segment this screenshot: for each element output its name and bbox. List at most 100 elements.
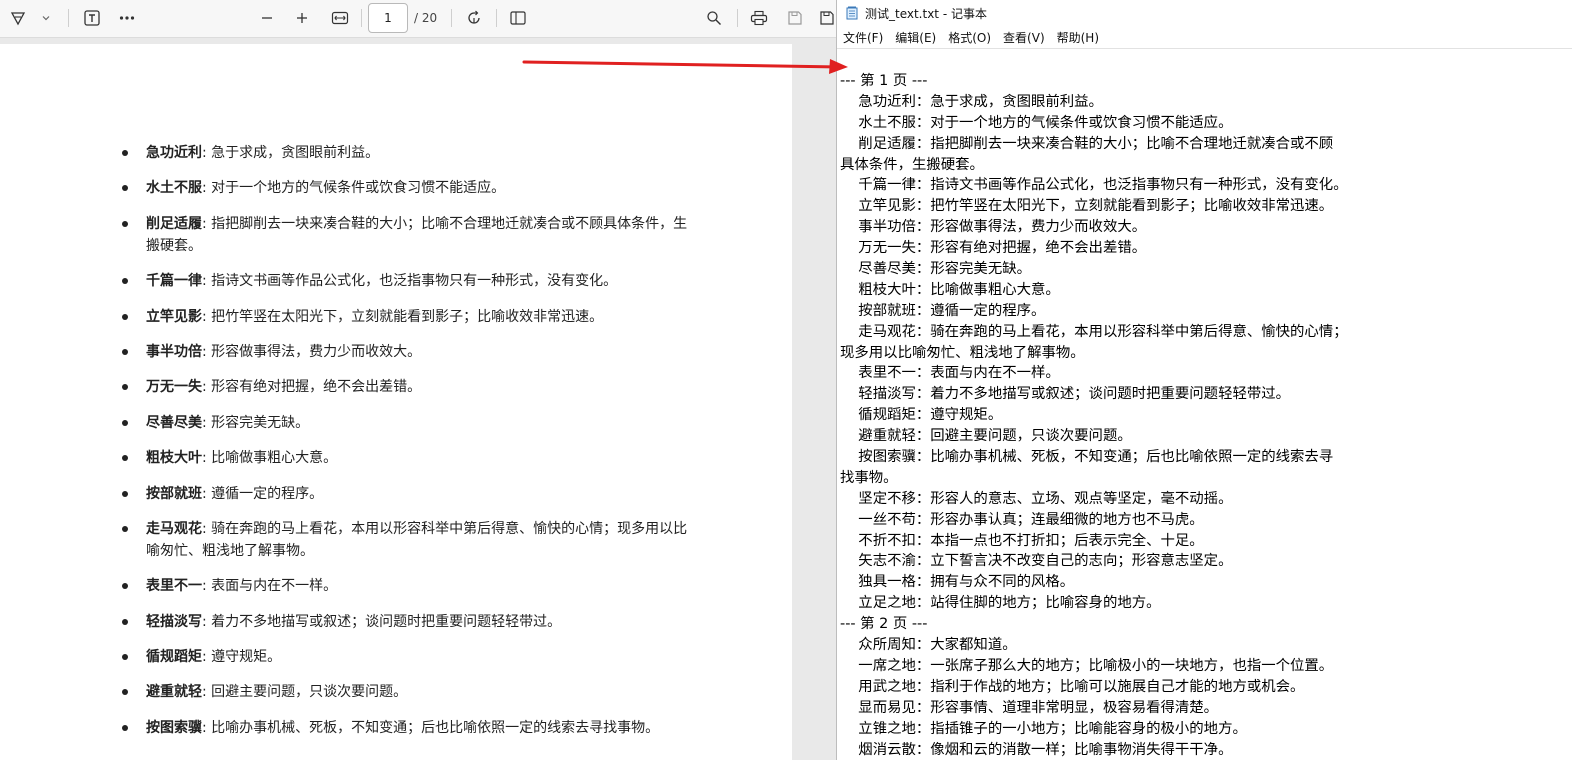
- pdf-page: 急功近利: 急于求成，贪图眼前利益。 水土不服: 对于一个地方的气候条件或饮食习惯…: [0, 44, 792, 760]
- idiom-term: 千篇一律: [146, 273, 202, 290]
- idiom-term: 轻描淡写: [146, 613, 202, 630]
- text-line: 循规蹈矩：遵守规矩。: [840, 407, 1003, 424]
- save-as-icon[interactable]: [818, 6, 836, 30]
- idiom-term: 走马观花: [146, 520, 202, 537]
- text-line: 急功近利：急于求成，贪图眼前利益。: [840, 93, 1103, 110]
- text-line: 尽善尽美：形容完美无缺。: [840, 261, 1031, 278]
- menu-edit[interactable]: 编辑(E): [889, 28, 942, 48]
- idiom-definition: : 对于一个地方的气候条件或饮食习惯不能适应。: [202, 180, 506, 197]
- search-icon[interactable]: [702, 6, 726, 30]
- notepad-menubar: 文件(F) 编辑(E) 格式(O) 查看(V) 帮助(H): [837, 28, 1572, 48]
- text-line: 走马观花：骑在奔跑的马上看花，本用以形容科举中第后得意、愉快的心情；: [840, 323, 1348, 340]
- idiom-definition: : 比喻做事粗心大意。: [202, 450, 338, 467]
- print-icon[interactable]: [747, 6, 771, 30]
- fit-width-icon[interactable]: [327, 6, 353, 30]
- idiom-definition: : 表面与内在不一样。: [202, 578, 338, 595]
- idiom-term: 立竿见影: [146, 308, 202, 325]
- text-line: 按图索骥：比喻办事机械、死板，不知变通；后也比喻依照一定的线索去寻: [840, 449, 1334, 466]
- idiom-definition: : 遵守规矩。: [202, 649, 282, 666]
- text-line: 不折不扣：本指一点也不打折扣；后表示完全、十足。: [840, 532, 1204, 549]
- pdf-document-area[interactable]: 急功近利: 急于求成，贪图眼前利益。 水土不服: 对于一个地方的气候条件或饮食习惯…: [0, 44, 836, 760]
- idiom-term: 按部就班: [146, 485, 202, 502]
- list-item: 避重就轻: 回避主要问题，只谈次要问题。: [120, 681, 700, 703]
- idiom-term: 削足适履: [146, 215, 202, 232]
- toolbar-divider: [451, 9, 452, 27]
- red-arrow-annotation: [522, 59, 848, 74]
- notepad-titlebar[interactable]: 测试_text.txt - 记事本: [837, 0, 1572, 26]
- draw-icon[interactable]: [6, 6, 30, 30]
- idiom-definition: : 把竹竿竖在太阳光下，立刻就能看到影子；比喻收效非常迅速。: [202, 308, 604, 325]
- menu-format[interactable]: 格式(O): [942, 28, 997, 48]
- text-line: 按部就班：遵循一定的程序。: [840, 302, 1046, 319]
- idiom-definition: : 指把脚削去一块来凑合鞋的大小；比喻不合理地迁就凑合或不顾具体条件，生搬硬套。: [146, 215, 688, 254]
- idiom-definition: : 形容完美无缺。: [202, 414, 310, 431]
- notepad-app-icon: [846, 6, 858, 20]
- page-total-label: / 20: [414, 11, 438, 25]
- idiom-term: 表里不一: [146, 578, 202, 595]
- list-item: 粗枝大叶: 比喻做事粗心大意。: [120, 447, 700, 469]
- page-view-icon[interactable]: [506, 6, 530, 30]
- menu-help[interactable]: 帮助(H): [1051, 28, 1105, 48]
- more-icon[interactable]: [114, 6, 140, 30]
- idiom-term: 粗枝大叶: [146, 450, 202, 467]
- idiom-term: 急功近利: [146, 145, 202, 161]
- menu-file[interactable]: 文件(F): [837, 28, 889, 48]
- text-line: 立足之地：站得住脚的地方；比喻容身的地方。: [840, 595, 1161, 612]
- list-item: 急功近利: 急于求成，贪图眼前利益。: [120, 142, 700, 164]
- pdf-viewer-window: / 20 急功近利: 急于求成，贪图眼前利益。水土不服: 对于一个地方的气候条件…: [0, 0, 836, 760]
- idiom-definition: : 指诗文书画等作品公式化，也泛指事物只有一种形式，没有变化。: [202, 273, 618, 290]
- idiom-definition: : 骑在奔跑的马上看花，本用以形容科举中第后得意、愉快的心情；现多用以比喻匆忙、…: [146, 520, 688, 559]
- idiom-term: 避重就轻: [146, 684, 202, 701]
- toolbar-divider: [496, 9, 497, 27]
- zoom-in-icon[interactable]: [291, 6, 313, 30]
- list-item: 轻描淡写: 着力不多地描写或叙述；谈问题时把重要问题轻轻带过。: [120, 611, 700, 633]
- toolbar-divider: [361, 9, 362, 27]
- text-line: 一席之地：一张席子那么大的地方；比喻极小的一块地方，也指一个位置。: [840, 657, 1334, 674]
- text-line: 千篇一律：指诗文书画等作品公式化，也泛指事物只有一种形式，没有变化。: [840, 177, 1348, 194]
- notepad-window: 测试_text.txt - 记事本 文件(F) 编辑(E) 格式(O) 查看(V…: [836, 0, 1572, 760]
- notepad-text-content: --- 第 1 页 --- 急功近利：急于求成，贪图眼前利益。 水土不服：对于一…: [840, 71, 1560, 760]
- text-line: 烟消云散：像烟和云的消散一样；比喻事物消失得干干净。: [840, 741, 1233, 758]
- idiom-definition: : 遵循一定的程序。: [202, 485, 324, 502]
- text-line: 轻描淡写：着力不多地描写或叙述；谈问题时把重要问题轻轻带过。: [840, 386, 1291, 403]
- page-number-input[interactable]: [368, 3, 408, 33]
- text-line: 矢志不渝：立下誓言决不改变自己的志向；形容意志坚定。: [840, 553, 1233, 570]
- toolbar-divider: [68, 9, 69, 27]
- text-line: 具体条件，生搬硬套。: [840, 156, 984, 173]
- idiom-term: 按图索骥: [146, 719, 202, 736]
- menu-view[interactable]: 查看(V): [997, 28, 1051, 48]
- text-line: 立竿见影：把竹竿竖在太阳光下，立刻就能看到影子；比喻收效非常迅速。: [840, 198, 1334, 215]
- zoom-out-icon[interactable]: [256, 6, 278, 30]
- notepad-text-area[interactable]: --- 第 1 页 --- 急功近利：急于求成，贪图眼前利益。 水土不服：对于一…: [837, 48, 1572, 760]
- list-item: 循规蹈矩: 遵守规矩。: [120, 646, 700, 668]
- list-item: 按图索骥: 比喻办事机械、死板，不知变通；后也比喻依照一定的线索去寻找事物。: [120, 717, 700, 739]
- text-box-icon[interactable]: [80, 6, 104, 30]
- toolbar-divider: [737, 9, 738, 27]
- rotate-icon[interactable]: [462, 6, 486, 30]
- text-line: 现多用以比喻匆忙、粗浅地了解事物。: [840, 344, 1085, 361]
- list-item: 立竿见影: 把竹竿竖在太阳光下，立刻就能看到影子；比喻收效非常迅速。: [120, 306, 700, 328]
- text-line: 用武之地：指利于作战的地方；比喻可以施展自己才能的地方或机会。: [840, 678, 1305, 695]
- text-line: 事半功倍：形容做事得法，费力少而收效大。: [840, 219, 1147, 236]
- page-separator-line: --- 第 2 页 ---: [840, 616, 928, 633]
- red-arrow-shaft: [522, 60, 842, 69]
- chevron-down-icon[interactable]: [36, 6, 56, 30]
- text-line: 显而易见：形容事情、道理非常明显，极容易看得清楚。: [840, 699, 1219, 716]
- list-item: 千篇一律: 指诗文书画等作品公式化，也泛指事物只有一种形式，没有变化。: [120, 270, 700, 292]
- text-line: 水土不服：对于一个地方的气候条件或饮食习惯不能适应。: [840, 114, 1233, 131]
- list-item: 事半功倍: 形容做事得法，费力少而收效大。: [120, 341, 700, 363]
- text-line: 避重就轻：回避主要问题，只谈次要问题。: [840, 428, 1132, 445]
- list-item: 尽善尽美: 形容完美无缺。: [120, 412, 700, 434]
- idiom-definition: : 比喻办事机械、死板，不知变通；后也比喻依照一定的线索去寻找事物。: [202, 719, 660, 736]
- idiom-definition: : 回避主要问题，只谈次要问题。: [202, 684, 408, 701]
- idiom-term: 事半功倍: [146, 343, 202, 360]
- text-line: 表里不一：表面与内在不一样。: [840, 365, 1060, 382]
- idiom-term: 尽善尽美: [146, 414, 202, 431]
- save-icon[interactable]: [783, 6, 807, 30]
- text-line: 一丝不苟：形容办事认真；连最细微的地方也不马虎。: [840, 511, 1204, 528]
- list-item: 表里不一: 表面与内在不一样。: [120, 575, 700, 597]
- text-line: 粗枝大叶：比喻做事粗心大意。: [840, 281, 1060, 298]
- idiom-definition: : 形容做事得法，费力少而收效大。: [202, 343, 422, 360]
- list-item: 万无一失: 形容有绝对把握，绝不会出差错。: [120, 376, 700, 398]
- list-item: 水土不服: 对于一个地方的气候条件或饮食习惯不能适应。: [120, 177, 700, 199]
